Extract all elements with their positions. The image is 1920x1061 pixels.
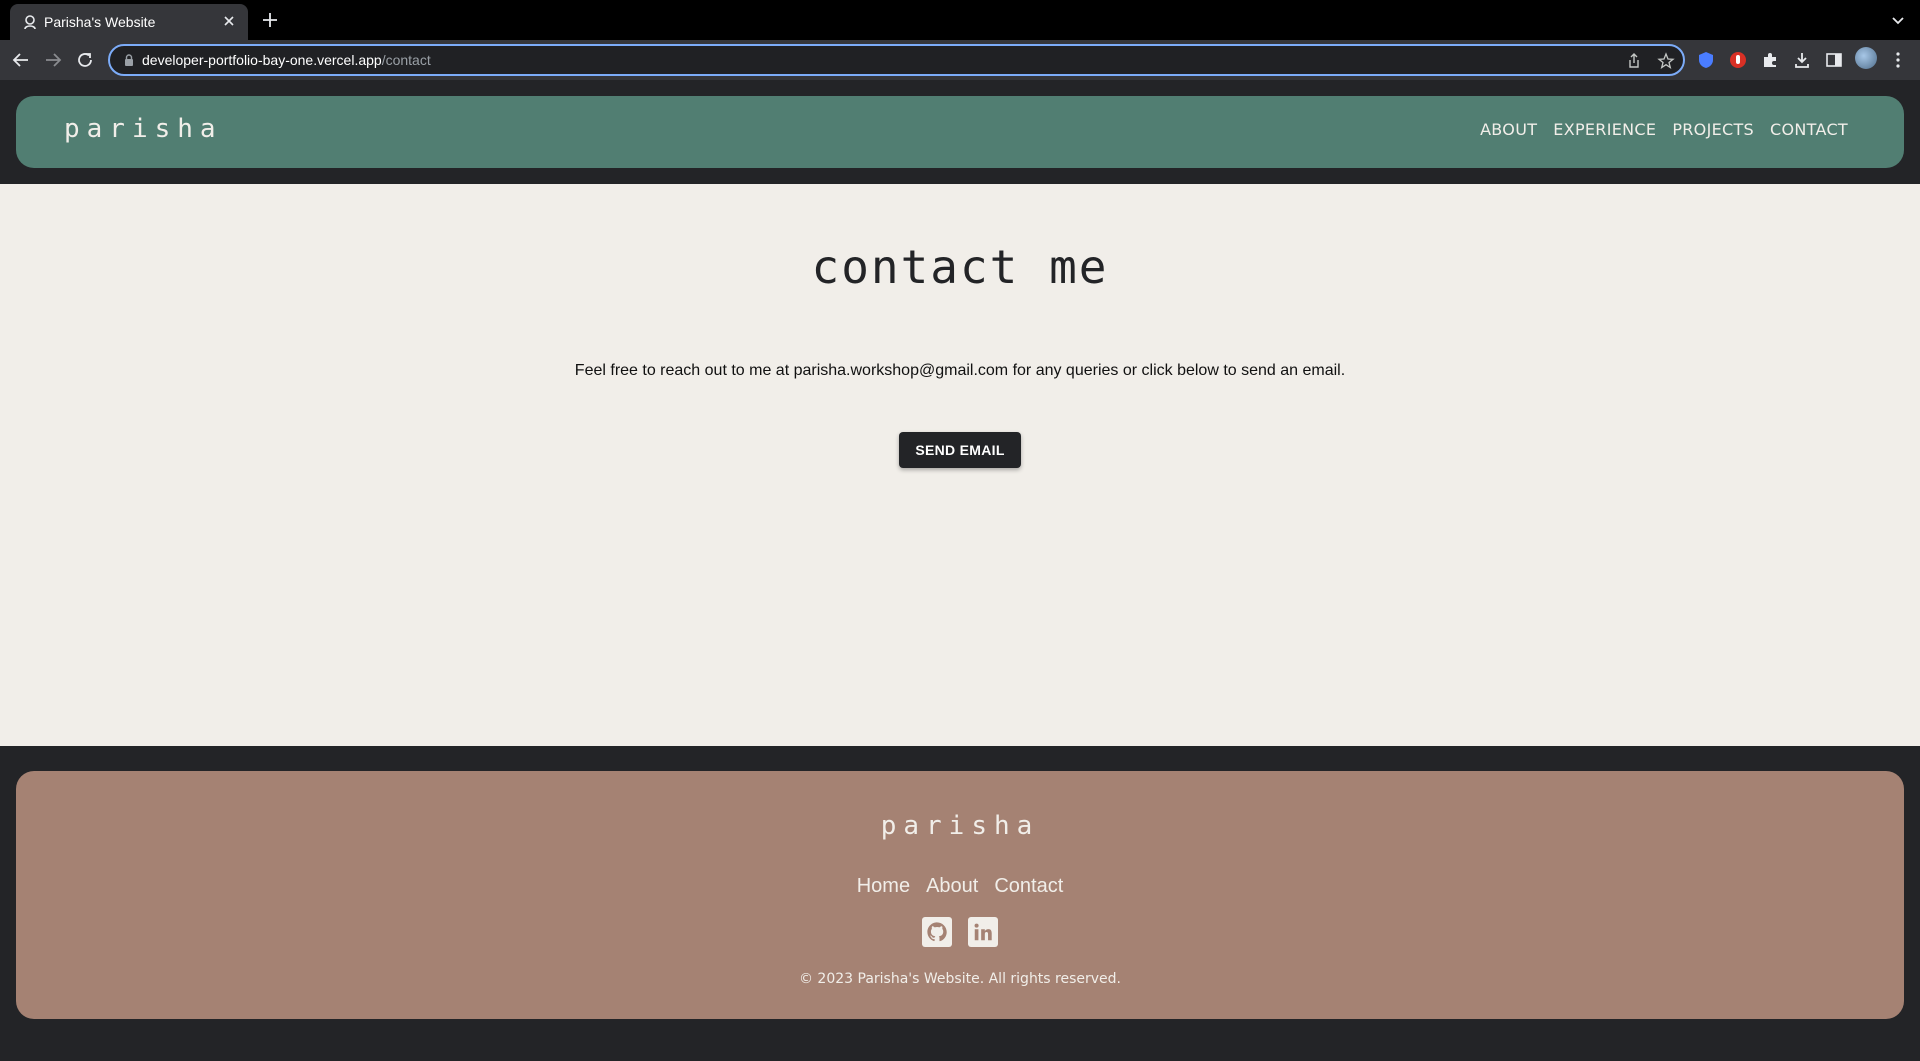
github-icon — [927, 922, 947, 942]
page-title: Contact Me — [811, 240, 1109, 294]
site-favicon-icon — [24, 15, 36, 30]
site-logo[interactable]: Parisha — [64, 114, 223, 144]
profile-avatar-icon[interactable] — [1855, 47, 1877, 69]
copyright-text: © 2023 Parisha's Website. All rights res… — [798, 971, 1122, 987]
browser-tabstrip: Parisha's Website — [0, 0, 1920, 40]
site-header: Parisha ABOUT EXPERIENCE PROJECTS CONTAC… — [16, 96, 1904, 168]
share-icon[interactable] — [1625, 52, 1643, 70]
footer-contact-link[interactable]: Contact — [994, 875, 1063, 898]
tab-search-chevron-icon[interactable] — [1888, 10, 1908, 30]
address-url[interactable]: developer-portfolio-bay-one.vercel.app/c… — [142, 52, 431, 68]
social-links — [16, 917, 1904, 947]
address-bar[interactable]: developer-portfolio-bay-one.vercel.app/c… — [108, 44, 1685, 76]
page: Parisha ABOUT EXPERIENCE PROJECTS CONTAC… — [0, 80, 1920, 1061]
lock-icon[interactable] — [122, 53, 136, 67]
shield-extension-icon[interactable] — [1696, 50, 1716, 70]
bookmark-star-icon[interactable] — [1657, 52, 1675, 70]
back-icon[interactable] — [10, 49, 32, 71]
browser-toolbar: developer-portfolio-bay-one.vercel.app/c… — [0, 40, 1920, 80]
hand-extension-icon[interactable] — [1728, 50, 1748, 70]
contact-message: Feel free to reach out to me at parisha.… — [574, 362, 1346, 379]
forward-icon[interactable] — [42, 49, 64, 71]
downloads-icon[interactable] — [1792, 50, 1812, 70]
close-tab-icon[interactable] — [220, 12, 238, 30]
send-email-button[interactable]: SEND EMAIL — [899, 432, 1021, 468]
browser-tab[interactable]: Parisha's Website — [10, 4, 248, 40]
extensions-puzzle-icon[interactable] — [1760, 50, 1780, 70]
nav-about-link[interactable]: ABOUT — [1480, 120, 1537, 139]
footer-about-link[interactable]: About — [926, 875, 978, 898]
site-nav: ABOUT EXPERIENCE PROJECTS CONTACT — [1480, 120, 1848, 139]
tab-title: Parisha's Website — [44, 14, 156, 30]
url-host: developer-portfolio-bay-one.vercel.app — [142, 52, 382, 68]
github-icon[interactable] — [922, 917, 952, 947]
nav-contact-link[interactable]: CONTACT — [1770, 120, 1848, 139]
contact-section: Contact Me Feel free to reach out to me … — [0, 184, 1920, 746]
nav-experience-link[interactable]: EXPERIENCE — [1553, 120, 1656, 139]
linkedin-icon — [974, 923, 992, 941]
footer-logo: Parisha — [880, 811, 1040, 841]
url-path: /contact — [381, 52, 431, 68]
new-tab-icon[interactable] — [260, 10, 280, 30]
site-footer: Parisha Home About Contact © 2023 Parish… — [16, 771, 1904, 1019]
reload-icon[interactable] — [74, 49, 96, 71]
nav-projects-link[interactable]: PROJECTS — [1672, 120, 1754, 139]
linkedin-icon[interactable] — [968, 917, 998, 947]
side-panel-icon[interactable] — [1824, 50, 1844, 70]
menu-kebab-icon[interactable] — [1888, 50, 1908, 70]
footer-nav: Home About Contact — [16, 875, 1904, 898]
footer-home-link[interactable]: Home — [857, 875, 910, 898]
